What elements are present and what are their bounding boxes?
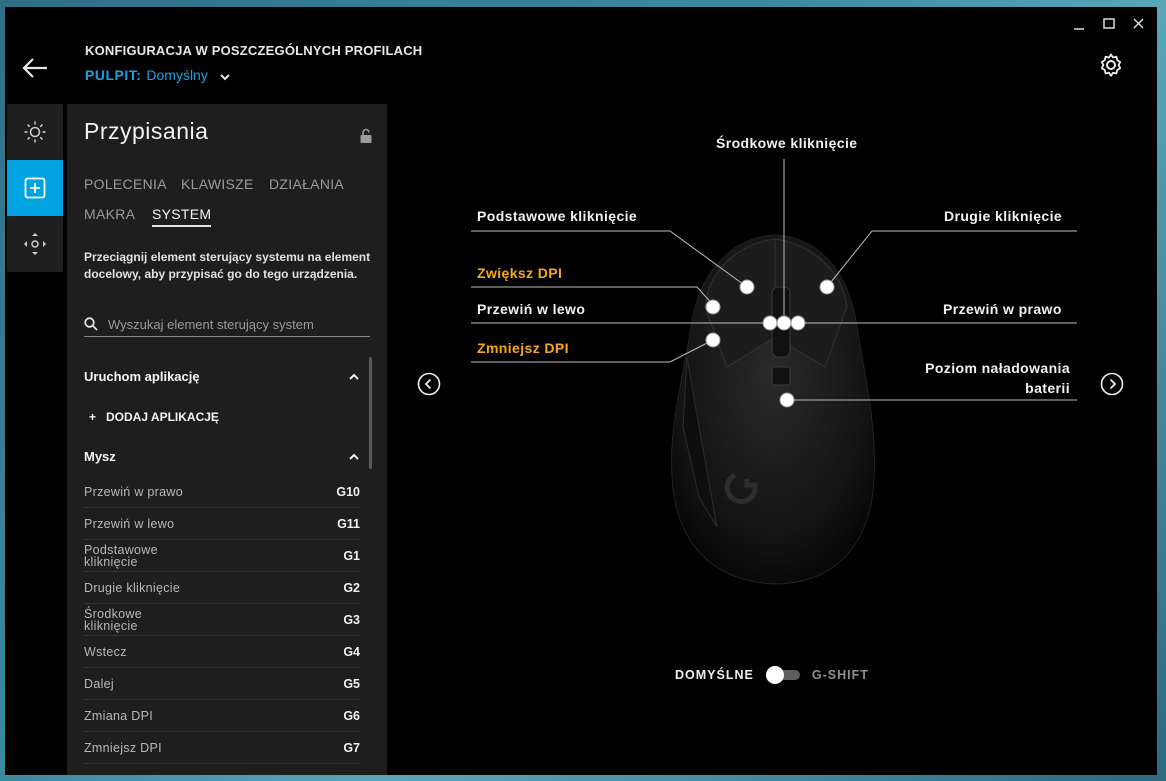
list-item[interactable]: Środkowe kliknięcie G3 — [84, 604, 360, 636]
label-dpi-up[interactable]: Zwiększ DPI — [477, 265, 562, 281]
list-item[interactable]: Zmiana DPI G6 — [84, 700, 360, 732]
label-scroll-right[interactable]: Przewiń w prawo — [943, 301, 1062, 317]
profile-value: Domyślny — [146, 67, 208, 83]
panel-description: Przeciągnij element sterujący systemu na… — [84, 250, 371, 281]
label-dpi-down[interactable]: Zmniejsz DPI — [477, 340, 569, 356]
label-battery-line2: baterii — [1025, 380, 1070, 396]
label-middle-click[interactable]: Środkowe kliknięcie — [716, 135, 857, 151]
search-box — [84, 312, 370, 337]
brightness-icon — [24, 121, 46, 143]
item-name: Przewiń w lewo — [84, 516, 175, 531]
device-view: Środkowe kliknięcie Podstawowe kliknięci… — [387, 7, 1157, 775]
list-item[interactable]: Wstecz G4 — [84, 636, 360, 668]
item-name: Wstecz — [84, 644, 127, 659]
list-item[interactable]: Drugie kliknięcie G2 — [84, 572, 360, 604]
unlock-icon[interactable] — [359, 128, 373, 144]
add-app-label: DODAJ APLIKACJĘ — [106, 410, 219, 424]
list-item[interactable]: Dalej G5 — [84, 668, 360, 700]
item-key: G1 — [343, 548, 360, 563]
back-arrow-icon — [22, 58, 47, 78]
item-key: G10 — [336, 484, 360, 499]
rail-item-sensitivity[interactable] — [7, 216, 63, 272]
section-mouse-label: Mysz — [84, 449, 116, 464]
item-name: Zmniejsz DPI — [84, 740, 162, 755]
list-item[interactable]: Przewiń w lewo G11 — [84, 508, 360, 540]
item-key: G7 — [343, 740, 360, 755]
item-name: Podstawowe kliknięcie — [84, 542, 158, 569]
chevron-down-icon — [220, 73, 230, 80]
rail-item-assignments[interactable] — [7, 160, 63, 216]
left-rail — [7, 104, 63, 272]
gshift-toggle[interactable] — [765, 666, 800, 684]
panel-title: Przypisania — [84, 118, 209, 144]
item-key: G2 — [343, 580, 360, 595]
tab-system[interactable]: SYSTEM — [152, 206, 212, 227]
tab-macros[interactable]: MAKRA — [84, 206, 135, 222]
chevron-up-icon — [349, 453, 359, 460]
profile-selector[interactable]: PULPIT: Domyślny — [85, 67, 231, 83]
tab-commands[interactable]: POLECENIA — [84, 176, 167, 192]
label-battery-line1: Poziom naładowania — [925, 360, 1070, 376]
search-input[interactable] — [108, 316, 358, 332]
label-secondary-click[interactable]: Drugie kliknięcie — [944, 208, 1062, 224]
list-item[interactable]: Podstawowe kliknięcie G1 — [84, 540, 360, 572]
chevron-up-icon — [349, 373, 359, 380]
panel-scrollbar[interactable] — [369, 357, 372, 469]
toggle-label-default: DOMYŚLNE — [675, 668, 754, 682]
plus-icon: + — [89, 410, 97, 424]
item-name: Dalej — [84, 676, 114, 691]
item-key: G6 — [343, 708, 360, 723]
add-app-button[interactable]: + DODAJ APLIKACJĘ — [89, 410, 219, 424]
item-key: G4 — [343, 644, 360, 659]
item-key: G3 — [343, 612, 360, 627]
item-key: G11 — [337, 516, 360, 531]
list-item[interactable]: Zmniejsz DPI G7 — [84, 732, 360, 764]
label-primary-click[interactable]: Podstawowe kliknięcie — [477, 208, 637, 224]
app-window: KONFIGURACJA W POSZCZEGÓLNYCH PROFILACH … — [5, 7, 1157, 775]
gshift-toggle-group: DOMYŚLNE G-SHIFT — [675, 666, 869, 684]
profile-label: PULPIT: — [85, 67, 142, 83]
label-scroll-left[interactable]: Przewiń w lewo — [477, 301, 585, 317]
search-icon — [84, 317, 98, 331]
section-launch-app-label: Uruchom aplikację — [84, 369, 200, 384]
label-battery[interactable]: Poziom naładowania baterii — [907, 358, 1070, 398]
item-name: Drugie kliknięcie — [84, 580, 181, 595]
tab-actions[interactable]: DZIAŁANIA — [269, 176, 344, 192]
list-item[interactable]: Przewiń w prawo G10 — [84, 476, 360, 508]
section-launch-app[interactable]: Uruchom aplikację — [84, 369, 360, 384]
back-button[interactable] — [21, 57, 49, 79]
item-name: Zmiana DPI — [84, 708, 153, 723]
toggle-label-gshift: G-SHIFT — [811, 668, 869, 682]
section-mouse[interactable]: Mysz — [84, 449, 360, 464]
item-name: Środkowe kliknięcie — [84, 606, 142, 633]
page-title: KONFIGURACJA W POSZCZEGÓLNYCH PROFILACH — [85, 43, 423, 58]
assignments-panel: Przypisania POLECENIA KLAWISZE DZIAŁANIA… — [67, 104, 387, 775]
tab-keys[interactable]: KLAWISZE — [181, 176, 254, 192]
rail-item-lighting[interactable] — [7, 104, 63, 160]
assignments-plus-icon — [24, 177, 46, 199]
item-name: Przewiń w prawo — [84, 484, 183, 499]
move-dpad-icon — [24, 233, 46, 255]
mouse-command-list: Przewiń w prawo G10 Przewiń w lewo G11 Pod… — [84, 476, 360, 764]
item-key: G5 — [343, 676, 360, 691]
